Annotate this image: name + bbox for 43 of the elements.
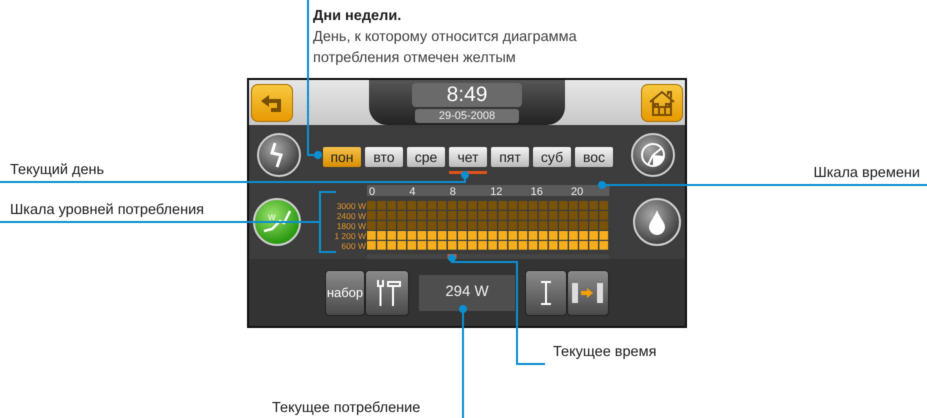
water-button[interactable] — [633, 198, 681, 246]
callout-label: Текущее потребление — [272, 399, 420, 418]
level-label: 1800 W — [336, 221, 366, 231]
pie-chart-button[interactable] — [631, 133, 675, 177]
current-consumption: 294 W — [419, 274, 515, 310]
power-button[interactable] — [257, 133, 301, 177]
day-tab[interactable]: вос — [575, 146, 613, 166]
day-tab[interactable]: чет — [449, 146, 487, 166]
clock-date: 29-05-2008 — [415, 108, 519, 122]
level-label: 1 200 W — [334, 231, 366, 241]
time-tick-label: 8 — [450, 186, 456, 198]
drop-icon — [647, 209, 667, 235]
clock-time: 8:49 — [412, 82, 522, 106]
time-tick-label: 0 — [369, 186, 376, 198]
unit-label: W — [268, 213, 276, 222]
arrow-into-box-icon — [571, 280, 605, 304]
level-label: 3000 W — [336, 201, 366, 211]
time-tick-label: 4 — [409, 186, 416, 198]
time-tick-label: 12 — [490, 186, 502, 198]
day-tab[interactable]: пят — [491, 146, 529, 166]
level-label: 600 W — [341, 241, 366, 251]
back-button[interactable] — [251, 84, 293, 122]
callout-text: День, к которому относится диаграмма потребления отмечен желтым — [313, 28, 578, 68]
transfer-button[interactable] — [567, 270, 609, 316]
pie-chart-icon — [640, 142, 666, 168]
callout-label: Текущий день — [10, 161, 104, 180]
level-label: 2400 W — [336, 211, 366, 221]
home-button[interactable] — [641, 84, 683, 122]
time-tick-label: 20 — [571, 186, 584, 198]
text-cursor-icon — [540, 280, 552, 306]
text-cursor-button[interactable] — [525, 270, 567, 316]
callout-label: Текущее время — [553, 343, 656, 362]
home-icon — [647, 88, 677, 116]
callout-label: Шкала времени — [813, 164, 920, 183]
day-tab[interactable]: вто — [365, 146, 403, 166]
day-tab[interactable]: сре — [407, 146, 445, 166]
callout-title: Дни недели. — [313, 7, 402, 26]
time-tick-label: 16 — [530, 186, 543, 198]
day-tab[interactable]: пон — [323, 146, 361, 166]
tools-button[interactable] — [365, 270, 409, 316]
preset-button[interactable]: набор — [325, 270, 365, 316]
callout-label: Шкала уровней потребления — [10, 201, 204, 220]
day-tab[interactable]: суб — [533, 146, 571, 166]
